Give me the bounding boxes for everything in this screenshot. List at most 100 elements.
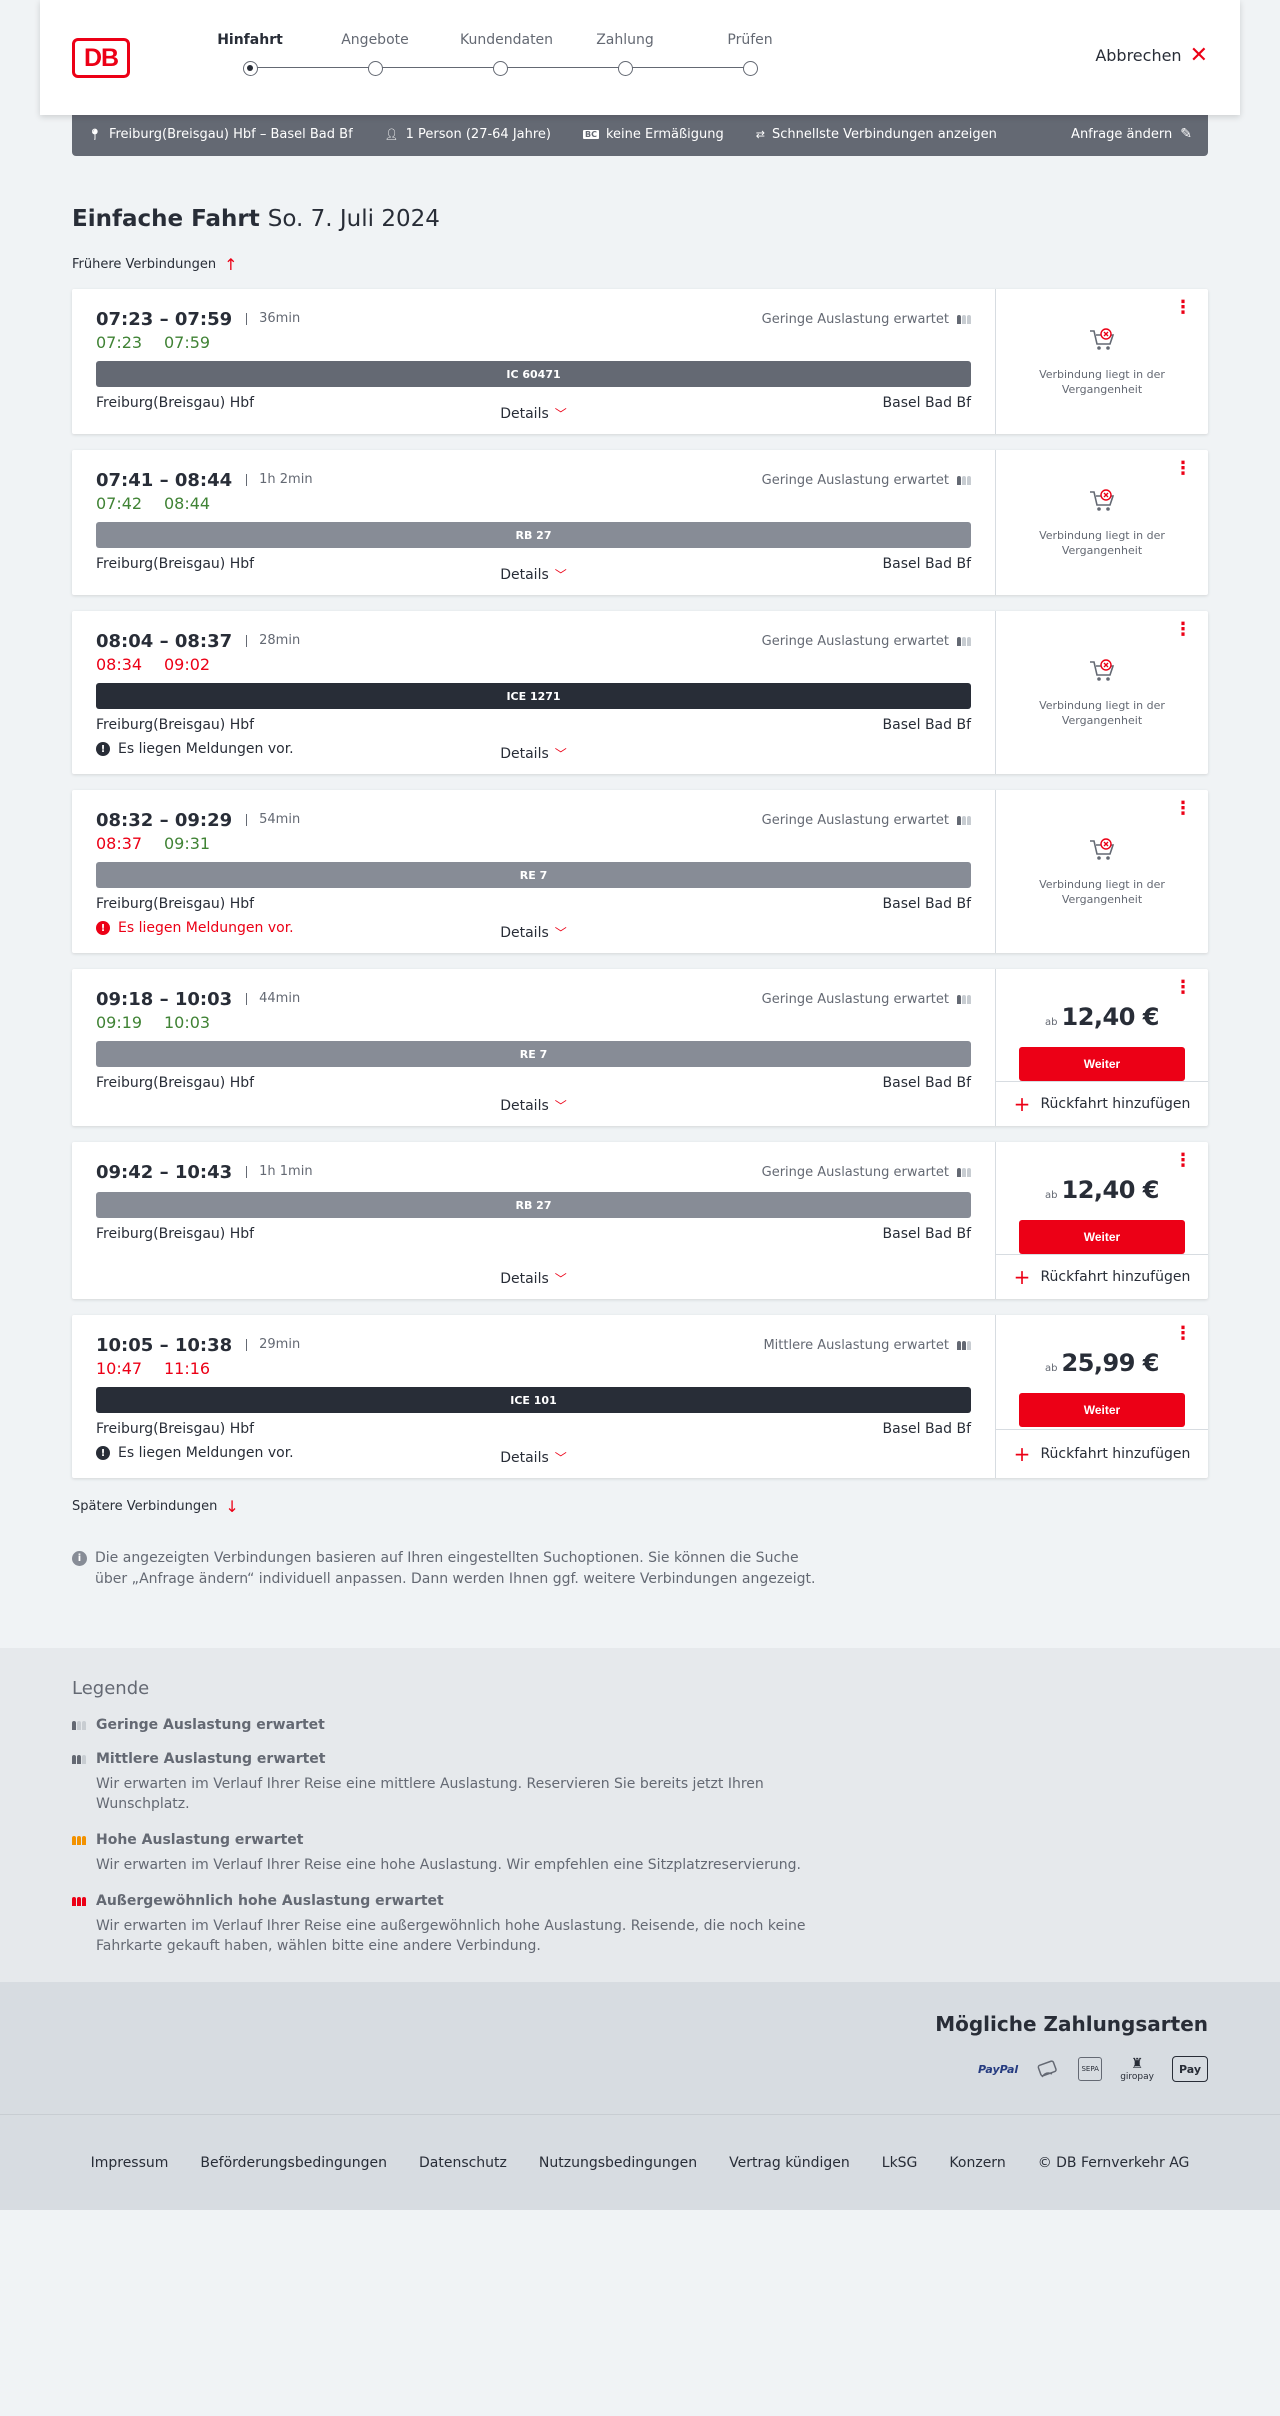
location-pin-icon: 📍︎ bbox=[88, 127, 102, 141]
legend-name: Hohe Auslastung erwartet bbox=[72, 1832, 1208, 1848]
realtime-arrival: 08:44 bbox=[164, 494, 211, 513]
connection-card[interactable]: 08:32 – 09:29 54min Geringe Auslastung erw… bbox=[72, 790, 1208, 953]
connection-info: 10:05 – 10:38 29min Mittlere Auslastung er… bbox=[72, 1315, 995, 1478]
chevron-down-icon: ﹀ bbox=[554, 568, 567, 582]
duration: 28min bbox=[246, 634, 300, 647]
train-bar[interactable]: ICE 1271 bbox=[96, 683, 971, 709]
cart-past-icon bbox=[1090, 837, 1115, 860]
more-options-icon[interactable]: ⋮ bbox=[1174, 299, 1192, 317]
main-content: Einfache Fahrt So. 7. Juli 2024 Frühere V… bbox=[72, 206, 1208, 1590]
details-label: Details bbox=[500, 567, 549, 583]
add-return-button[interactable]: + Rückfahrt hinzufügen bbox=[996, 1254, 1208, 1299]
more-options-icon[interactable]: ⋮ bbox=[1174, 800, 1192, 818]
step-label: Kundendaten bbox=[460, 32, 554, 48]
progress-steps: Hinfahrt Angebote Kundendaten Zahlung Pr… bbox=[210, 32, 773, 82]
details-label: Details bbox=[500, 925, 549, 941]
footer-link-konzern[interactable]: Konzern bbox=[949, 2155, 1005, 2171]
schedule-row: 09:42 – 10:43 1h 1min Geringe Auslastung e… bbox=[96, 1162, 971, 1183]
details-toggle[interactable]: Details ﹀ bbox=[72, 1270, 995, 1287]
legend-name: Mittlere Auslastung erwartet bbox=[72, 1751, 1208, 1767]
step-pruefen: Prüfen bbox=[710, 32, 790, 76]
occupancy-text: Geringe Auslastung erwartet bbox=[761, 1164, 949, 1180]
connection-card[interactable]: 09:42 – 10:43 1h 1min Geringe Auslastung e… bbox=[72, 1142, 1208, 1299]
train-bar[interactable]: RB 27 bbox=[96, 522, 971, 548]
train-bar[interactable]: RE 7 bbox=[96, 862, 971, 888]
continue-button[interactable]: Weiter bbox=[1019, 1220, 1185, 1254]
add-return-button[interactable]: + Rückfahrt hinzufügen bbox=[996, 1081, 1208, 1126]
search-info-note: i Die angezeigten Verbindungen basieren … bbox=[72, 1548, 832, 1590]
scheduled-times: 07:23 – 07:59 bbox=[96, 308, 233, 330]
train-bar[interactable]: RB 27 bbox=[96, 1192, 971, 1218]
connection-card[interactable]: 07:23 – 07:59 36min Geringe Auslastung erw… bbox=[72, 289, 1208, 434]
details-toggle[interactable]: Details ﹀ bbox=[72, 745, 995, 762]
credit-card-icon bbox=[1036, 2056, 1060, 2082]
chevron-down-icon: ﹀ bbox=[554, 1272, 567, 1286]
more-options-icon[interactable]: ⋮ bbox=[1174, 979, 1192, 997]
chevron-down-icon: ﹀ bbox=[554, 926, 567, 940]
connection-card[interactable]: 07:41 – 08:44 1h 2min Geringe Auslastung e… bbox=[72, 450, 1208, 595]
add-return-label: Rückfahrt hinzufügen bbox=[1040, 1446, 1191, 1462]
details-toggle[interactable]: Details ﹀ bbox=[72, 1097, 995, 1114]
connection-info: 09:42 – 10:43 1h 1min Geringe Auslastung e… bbox=[72, 1142, 995, 1299]
connection-card[interactable]: 10:05 – 10:38 29min Mittlere Auslastung er… bbox=[72, 1315, 1208, 1478]
footer-link-vertrag-kuendigen[interactable]: Vertrag kündigen bbox=[729, 2155, 850, 2171]
occupancy-text: Geringe Auslastung erwartet bbox=[761, 472, 949, 488]
cancel-button[interactable]: Abbrechen ✕ bbox=[1095, 44, 1208, 66]
realtime-arrival: 10:03 bbox=[164, 1013, 211, 1032]
details-toggle[interactable]: Details ﹀ bbox=[72, 924, 995, 941]
details-toggle[interactable]: Details ﹀ bbox=[72, 405, 995, 422]
occupancy-text: Geringe Auslastung erwartet bbox=[761, 991, 949, 1007]
pencil-icon: ✎ bbox=[1180, 126, 1192, 142]
footer-link-befoerderungsbedingungen[interactable]: Beförderungsbedingungen bbox=[200, 2155, 387, 2171]
realtime-times: 10:47 11:16 bbox=[96, 1359, 971, 1379]
step-label: Zahlung bbox=[596, 32, 654, 48]
origin-station: Freiburg(Breisgau) Hbf bbox=[96, 896, 255, 912]
offer-panel: ⋮ Verbindung liegt in der Vergangenheit bbox=[995, 611, 1208, 774]
train-bar[interactable]: IC 60471 bbox=[96, 361, 971, 387]
occupancy-icon bbox=[957, 1340, 971, 1350]
details-label: Details bbox=[500, 1271, 549, 1287]
details-toggle[interactable]: Details ﹀ bbox=[72, 1449, 995, 1466]
legend-item: Hohe Auslastung erwartet Wir erwarten im … bbox=[72, 1832, 1208, 1875]
chevron-down-icon: ﹀ bbox=[554, 1451, 567, 1465]
giropay-icon: ♜ giropay bbox=[1120, 2052, 1154, 2086]
train-bar[interactable]: RE 7 bbox=[96, 1041, 971, 1067]
discount-summary: BC keine Ermäßigung bbox=[583, 127, 724, 142]
more-options-icon[interactable]: ⋮ bbox=[1174, 621, 1192, 639]
info-text: Die angezeigten Verbindungen basieren au… bbox=[95, 1550, 816, 1587]
footer: Impressum Beförderungsbedingungen Datens… bbox=[0, 2114, 1280, 2210]
occupancy-info: Geringe Auslastung erwartet bbox=[762, 813, 971, 828]
more-options-icon[interactable]: ⋮ bbox=[1174, 1152, 1192, 1170]
occupancy-info: Geringe Auslastung erwartet bbox=[762, 473, 971, 488]
train-bar[interactable]: ICE 101 bbox=[96, 1387, 971, 1413]
db-logo[interactable]: DB bbox=[72, 38, 130, 78]
later-connections-link[interactable]: Spätere Verbindungen ↓ bbox=[72, 1496, 1208, 1516]
legend-description: Wir erwarten im Verlauf Ihrer Reise eine… bbox=[96, 1776, 764, 1812]
add-return-button[interactable]: + Rückfahrt hinzufügen bbox=[996, 1429, 1208, 1478]
connection-info: 08:04 – 08:37 28min Geringe Auslastung erw… bbox=[72, 611, 995, 774]
connection-info: 09:18 – 10:03 44min Geringe Auslastung erw… bbox=[72, 969, 995, 1126]
legend-list: Geringe Auslastung erwartet Mittlere Ausl… bbox=[72, 1717, 1208, 1956]
realtime-departure: 07:42 bbox=[96, 494, 143, 513]
stations-row: Freiburg(Breisgau) Hbf Basel Bad Bf bbox=[96, 896, 971, 912]
scheduled-times: 08:32 – 09:29 bbox=[96, 809, 233, 831]
continue-button[interactable]: Weiter bbox=[1019, 1047, 1185, 1081]
price: ab 25,99 € bbox=[1045, 1349, 1159, 1377]
connection-card[interactable]: 08:04 – 08:37 28min Geringe Auslastung erw… bbox=[72, 611, 1208, 774]
step-zahlung: Zahlung bbox=[585, 32, 665, 76]
offer-panel: ⋮ Verbindung liegt in der Vergangenheit bbox=[995, 450, 1208, 595]
footer-link-impressum[interactable]: Impressum bbox=[91, 2155, 169, 2171]
connection-card[interactable]: 09:18 – 10:03 44min Geringe Auslastung erw… bbox=[72, 969, 1208, 1126]
footer-link-datenschutz[interactable]: Datenschutz bbox=[419, 2155, 507, 2171]
footer-link-nutzungsbedingungen[interactable]: Nutzungsbedingungen bbox=[539, 2155, 697, 2171]
payment-icons: PayPal SEPA ♜ giropay Pay bbox=[72, 2052, 1208, 2086]
more-options-icon[interactable]: ⋮ bbox=[1174, 1325, 1192, 1343]
continue-button[interactable]: Weiter bbox=[1019, 1393, 1185, 1427]
price: ab 12,40 € bbox=[1045, 1003, 1159, 1031]
footer-link-lksg[interactable]: LkSG bbox=[882, 2155, 918, 2171]
edit-query-button[interactable]: Anfrage ändern ✎ bbox=[1071, 126, 1192, 142]
details-toggle[interactable]: Details ﹀ bbox=[72, 566, 995, 583]
earlier-connections-link[interactable]: Frühere Verbindungen ↑ bbox=[72, 254, 1208, 274]
more-options-icon[interactable]: ⋮ bbox=[1174, 460, 1192, 478]
occupancy-info: Geringe Auslastung erwartet bbox=[762, 992, 971, 1007]
